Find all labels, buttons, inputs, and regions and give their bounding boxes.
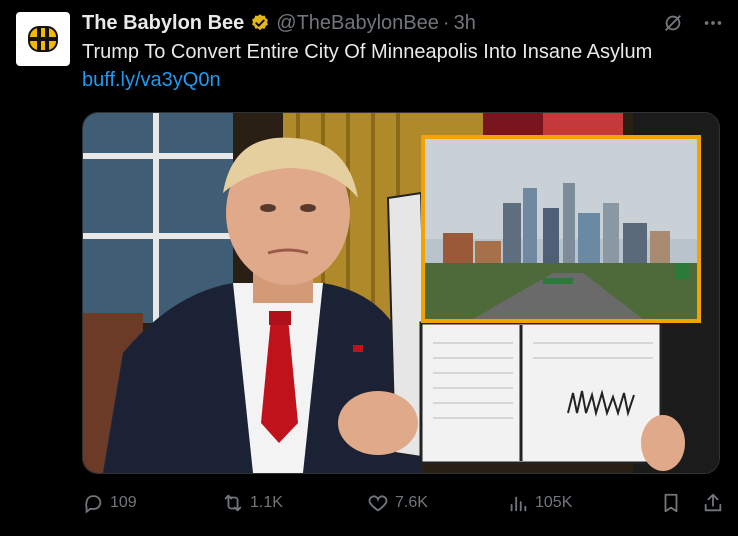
reply-count: 109 <box>110 494 137 511</box>
bookmark-icon[interactable] <box>660 492 682 514</box>
author-name[interactable]: The Babylon Bee <box>82 12 244 35</box>
views-icon <box>510 496 527 512</box>
verified-badge-icon[interactable] <box>250 13 270 33</box>
views-count: 105K <box>535 494 573 511</box>
post-header: The Babylon Bee @TheBabylonBee · 3h <box>82 11 724 35</box>
reply-button[interactable]: 109 <box>82 492 222 514</box>
like-button[interactable]: 7.6K <box>367 492 507 514</box>
avatar[interactable] <box>16 12 70 66</box>
share-icon[interactable] <box>702 492 724 514</box>
more-icon[interactable] <box>702 12 724 34</box>
views-button[interactable]: 105K <box>507 492 657 514</box>
repost-icon <box>224 494 242 512</box>
like-count: 7.6K <box>395 494 428 511</box>
repost-count: 1.1K <box>250 494 283 511</box>
author-handle[interactable]: @TheBabylonBee <box>276 12 439 35</box>
separator: · <box>442 11 450 34</box>
grok-icon[interactable] <box>662 12 684 34</box>
photo-illustration <box>83 113 719 473</box>
post-link[interactable]: buff.ly/va3yQ0n <box>82 69 221 92</box>
heart-icon <box>368 495 388 512</box>
post-media-image[interactable] <box>82 112 720 474</box>
reply-icon <box>85 495 102 514</box>
bee-logo-icon <box>28 26 58 52</box>
post-text: Trump To Convert Entire City Of Minneapo… <box>82 41 653 63</box>
post-time[interactable]: 3h <box>454 12 476 35</box>
repost-button[interactable]: 1.1K <box>222 492 367 514</box>
action-bar: 109 1.1K 7.6K 105K <box>82 490 724 516</box>
